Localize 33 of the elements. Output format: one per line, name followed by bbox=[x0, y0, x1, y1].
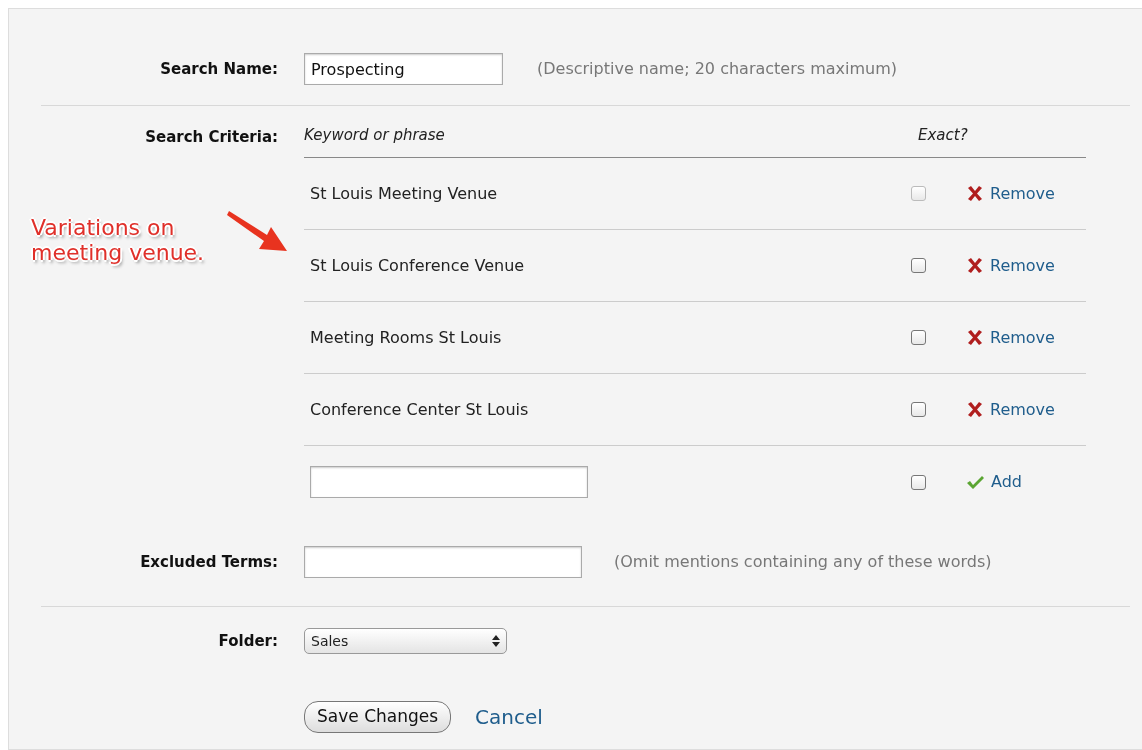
save-button[interactable]: Save Changes bbox=[304, 701, 452, 733]
hint-text: (Descriptive name; 20 characters maximum) bbox=[537, 58, 898, 80]
exact-checkbox[interactable] bbox=[911, 402, 926, 417]
remove-icon bbox=[966, 185, 984, 202]
keyword-text: Meeting Rooms St Louis bbox=[309, 326, 503, 349]
remove-icon bbox=[966, 257, 984, 274]
remove-link[interactable]: Remove bbox=[966, 253, 1086, 278]
annotation-text: Variations on meeting venue. bbox=[31, 215, 205, 265]
remove-icon bbox=[966, 401, 984, 418]
field-label: Search Criteria: bbox=[145, 127, 278, 148]
add-link[interactable]: Add bbox=[966, 470, 1086, 494]
folder-select[interactable]: Sales bbox=[304, 628, 507, 654]
field-label: Excluded Terms: bbox=[140, 551, 278, 573]
hint-text: (Omit mentions containing any of these words) bbox=[614, 551, 992, 573]
field-label: Search Name: bbox=[160, 58, 278, 80]
updown-icon bbox=[492, 635, 500, 647]
check-icon bbox=[966, 474, 985, 490]
exact-checkbox[interactable] bbox=[911, 330, 926, 345]
name-input[interactable]: Prospecting bbox=[304, 53, 503, 85]
field-label: Folder: bbox=[218, 630, 278, 652]
column-header: Keyword or phrase bbox=[304, 125, 446, 147]
keyword-text: Conference Center St Louis bbox=[309, 398, 530, 421]
remove-link[interactable]: Remove bbox=[966, 325, 1086, 350]
excluded-input[interactable] bbox=[304, 546, 582, 578]
remove-icon bbox=[966, 329, 984, 346]
keyword-text: St Louis Meeting Venue bbox=[309, 182, 499, 205]
keyword-input[interactable] bbox=[310, 466, 588, 498]
keyword-text: St Louis Conference Venue bbox=[309, 254, 526, 277]
exact-checkbox[interactable] bbox=[911, 258, 926, 273]
exact-checkbox[interactable] bbox=[911, 474, 926, 490]
column-header: Exact? bbox=[917, 125, 969, 147]
remove-link[interactable]: Remove bbox=[966, 397, 1086, 422]
cancel-link[interactable]: Cancel bbox=[475, 702, 543, 732]
